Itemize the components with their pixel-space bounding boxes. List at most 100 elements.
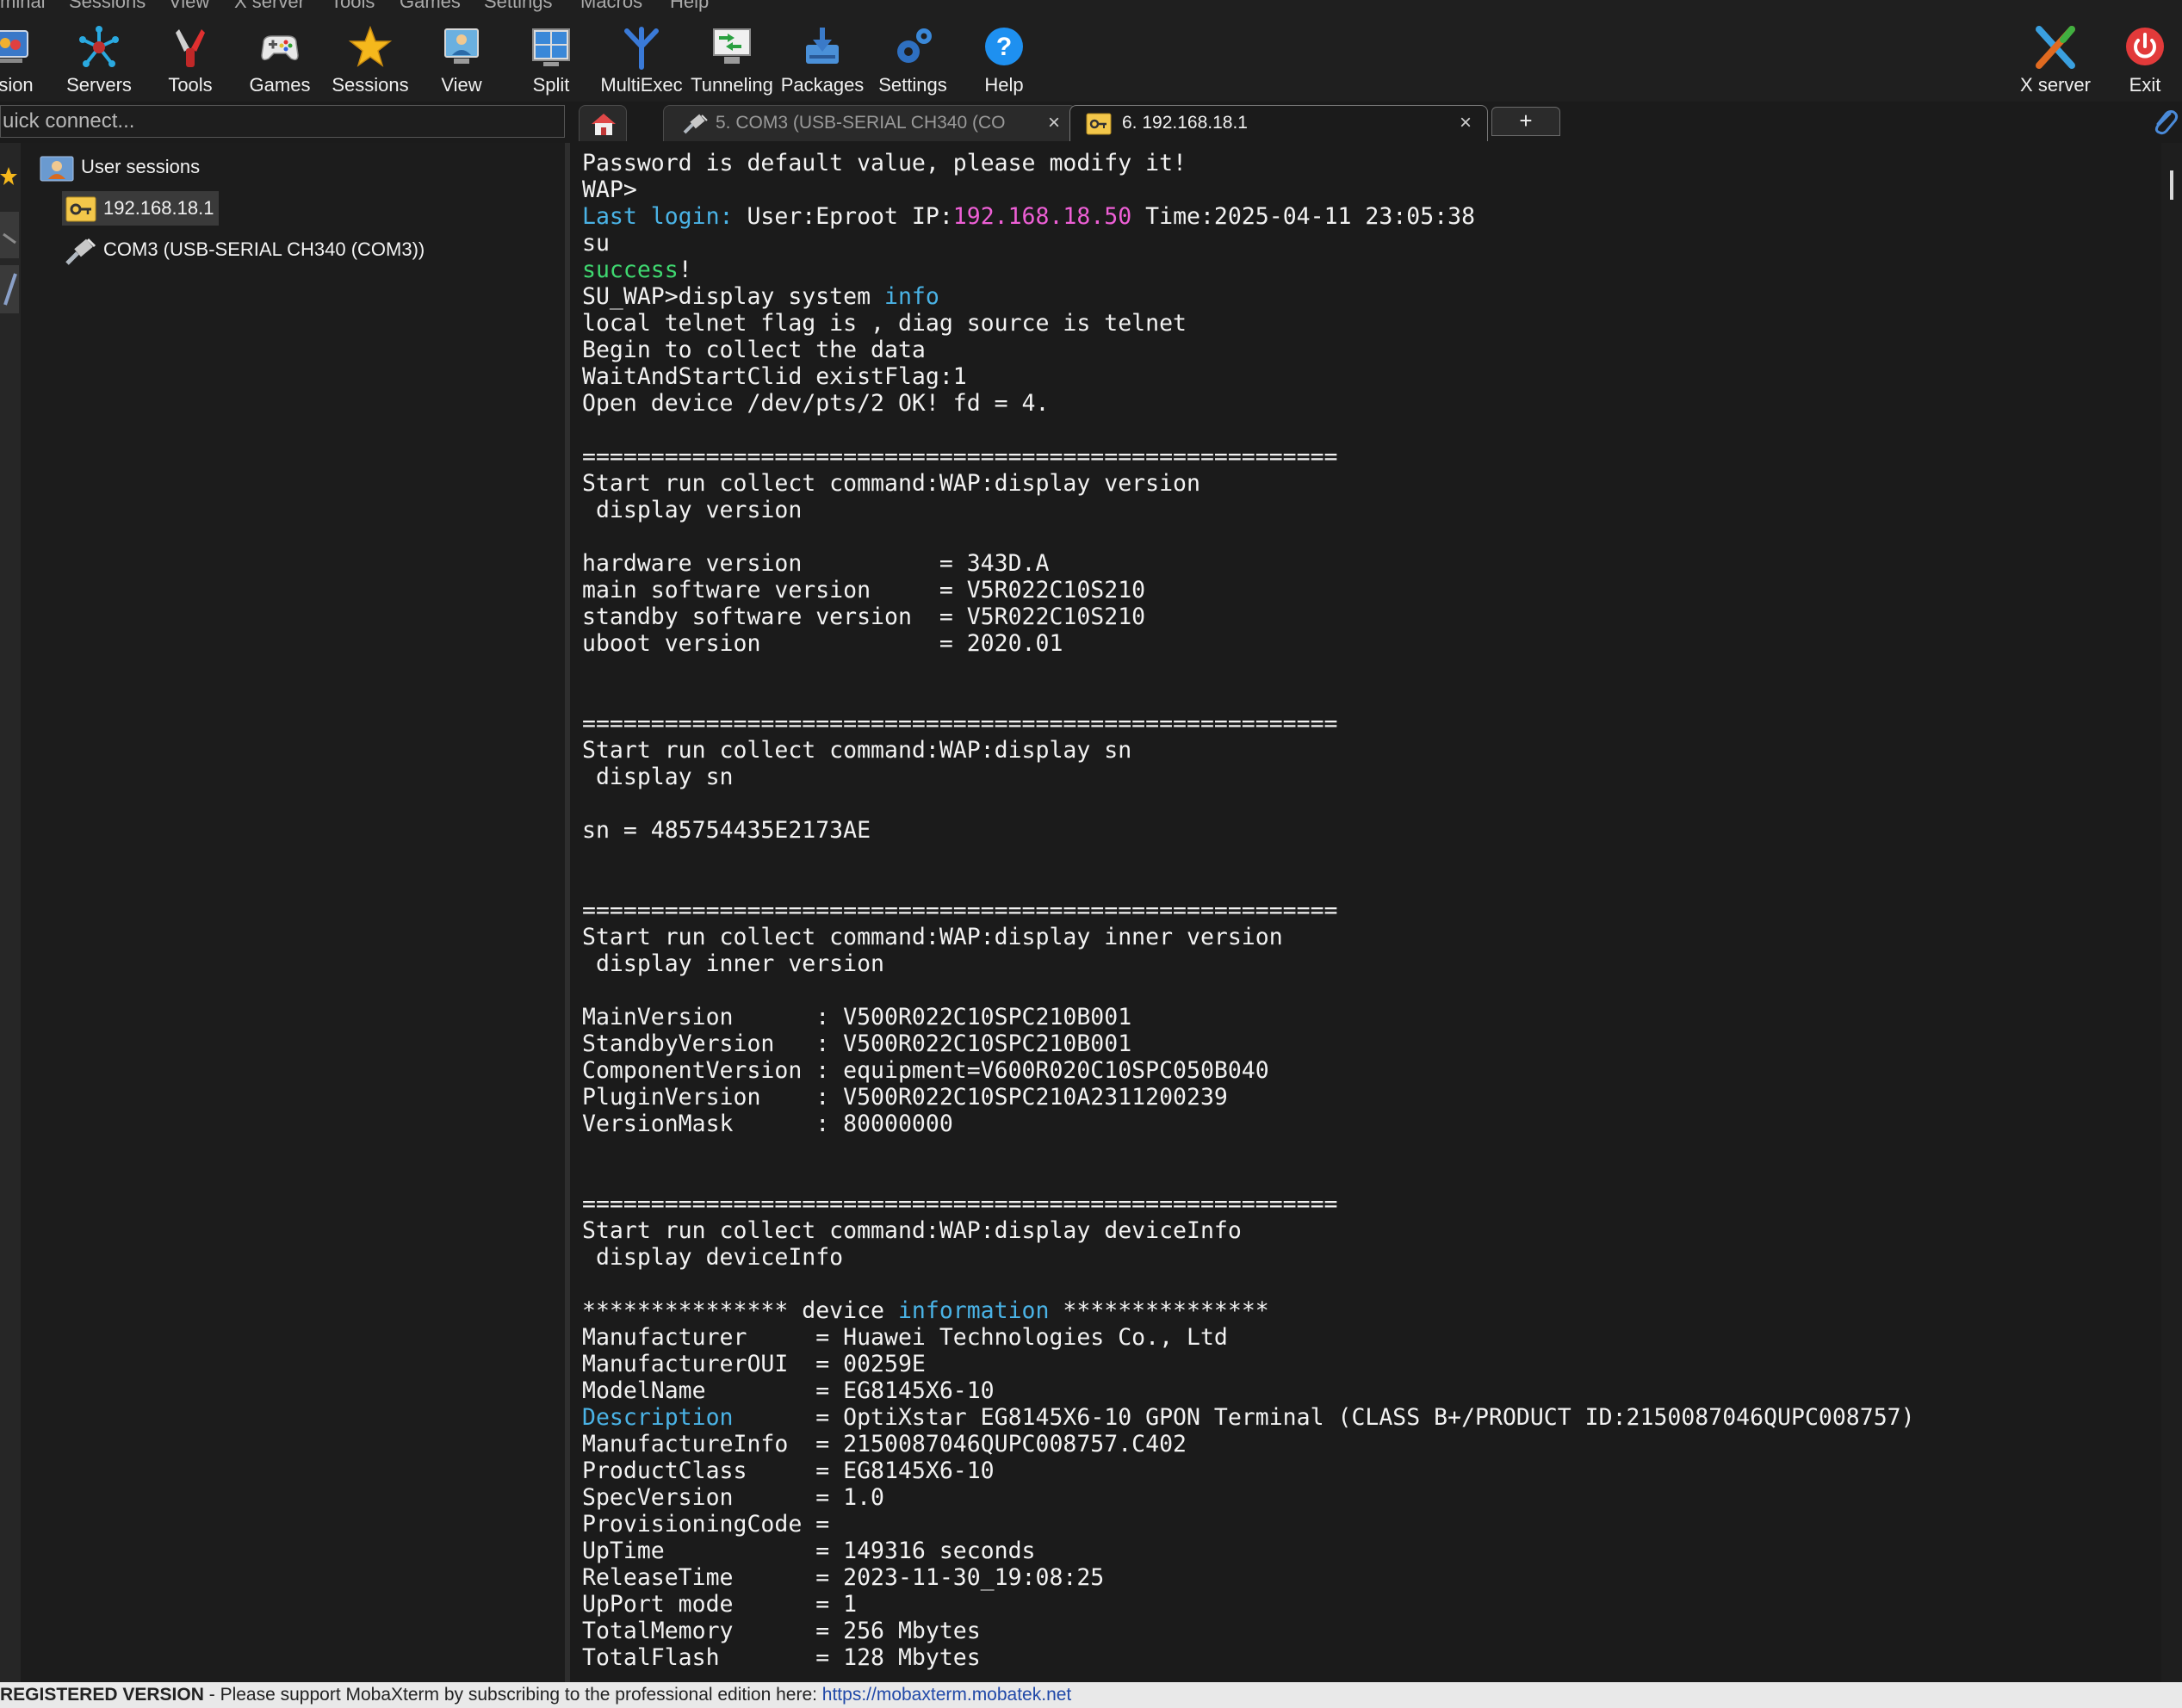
terminal-text: main software version = V5R022C10S210	[582, 577, 1146, 603]
terminal-text: Manufacturer = Huawei Technologies Co., …	[582, 1324, 1228, 1351]
status-separator: -	[203, 1685, 220, 1705]
terminal-label-text: Description	[582, 1404, 734, 1431]
terminal-text: uboot version = 2020.01	[582, 630, 1063, 657]
tab-192-168-18-1-close-icon[interactable]: ×	[1460, 106, 1472, 140]
key-icon	[65, 196, 96, 222]
tree-item-192-168-18-1-label: 192.168.18.1	[103, 197, 214, 219]
terminal-line: ManufactureInfo = 2150087046QUPC008757.C…	[582, 1431, 1915, 1457]
terminal-line: WAP>	[582, 176, 1915, 203]
menu-sessions[interactable]: Sessions	[69, 0, 146, 11]
menu-bar: minal Sessions View X server Tools Games…	[0, 0, 2182, 15]
view-icon	[444, 28, 479, 64]
tree-item-com3-label: COM3 (USB-SERIAL CH340 (COM3))	[103, 238, 425, 260]
terminal-text: UpTime = 149316 seconds	[582, 1538, 1036, 1564]
terminal-text: MainVersion : V500R022C10SPC210B001	[582, 1004, 1132, 1030]
menu-terminal[interactable]: minal	[0, 0, 46, 11]
terminal-line: ========================================…	[582, 897, 1915, 924]
tab-192-168-18-1-label: 6. 192.168.18.1	[1122, 113, 1248, 133]
tab-com3[interactable]: 5. COM3 (USB-SERIAL CH340 (CO ×	[663, 105, 1076, 141]
terminal-text: ManufactureInfo = 2150087046QUPC008757.C…	[582, 1431, 1187, 1457]
terminal-line: TotalFlash = 128 Mbytes	[582, 1644, 1915, 1671]
scrollbar-thumb[interactable]	[2170, 170, 2173, 200]
terminal-text: = OptiXstar EG8145X6-10 GPON Terminal (C…	[733, 1404, 1915, 1431]
terminal-line: ProductClass = EG8145X6-10	[582, 1457, 1915, 1484]
mobaxterm-link[interactable]: https://mobaxterm.mobatek.net	[822, 1685, 1071, 1705]
tab-192-168-18-1[interactable]: 6. 192.168.18.1 ×	[1069, 105, 1488, 141]
favorites-star-icon[interactable]	[0, 165, 17, 188]
terminal-text: ProductClass = EG8145X6-10	[582, 1457, 995, 1484]
terminal-text: WAP>	[582, 176, 637, 203]
tab-home[interactable]	[579, 105, 627, 141]
menu-settings[interactable]: Settings	[484, 0, 553, 11]
session-icon	[0, 30, 28, 63]
menu-tools[interactable]: Tools	[331, 0, 375, 11]
menu-help[interactable]: Help	[670, 0, 709, 11]
sidebar-side-tabs	[0, 143, 21, 1682]
serial-plug-icon	[65, 238, 96, 265]
session-tree: User sessions 192.168.18.1 COM3 (USB-SER…	[21, 143, 565, 1682]
new-tab-button[interactable]: +	[1491, 107, 1560, 136]
serial-plug-icon	[683, 114, 708, 134]
terminal-text: ReleaseTime = 2023-11-30_19:08:25	[582, 1564, 1105, 1591]
terminal-scrollbar[interactable]	[2161, 143, 2182, 1682]
terminal-text: ModelName = EG8145X6-10	[582, 1377, 995, 1404]
terminal-text: Start run collect command:WAP:display sn	[582, 737, 1132, 764]
terminal-text: User:Eproot IP:	[733, 203, 953, 230]
terminal-text: display sn	[582, 764, 734, 790]
terminal-line: ReleaseTime = 2023-11-30_19:08:25	[582, 1564, 1915, 1591]
tab-com3-close-icon[interactable]: ×	[1048, 106, 1060, 140]
terminal-line: display deviceInfo	[582, 1244, 1915, 1271]
paperclip-icon[interactable]	[2151, 108, 2179, 136]
terminal-line: Last login: User:Eproot IP:192.168.18.50…	[582, 203, 1915, 230]
terminal-line: Password is default value, please modify…	[582, 150, 1915, 176]
toolbar-help-button[interactable]: ? Help	[957, 21, 1051, 102]
terminal-line: hardware version = 343D.A	[582, 550, 1915, 577]
terminal-text: VersionMask : 80000000	[582, 1111, 953, 1137]
terminal-line: Manufacturer = Huawei Technologies Co., …	[582, 1324, 1915, 1351]
status-bar: REGISTERED VERSION - Please support Moba…	[0, 1682, 2182, 1708]
toolbar: ssion Servers Tools Games	[0, 15, 2182, 102]
terminal-text: ComponentVersion : equipment=V600R020C10…	[582, 1057, 1269, 1084]
terminal-line: ManufacturerOUI = 00259E	[582, 1351, 1915, 1377]
terminal-line: standby software version = V5R022C10S210	[582, 603, 1915, 630]
power-icon	[2126, 28, 2164, 65]
tree-item-192-168-18-1[interactable]: 192.168.18.1	[62, 191, 219, 226]
terminal-line: display version	[582, 497, 1915, 523]
toolbar-help-label: Help	[984, 74, 1024, 96]
macros-side-tab[interactable]	[0, 265, 19, 313]
terminal-text: su	[582, 230, 610, 257]
terminal-text: !	[678, 257, 692, 283]
terminal-line: ========================================…	[582, 443, 1915, 470]
terminal-line: success!	[582, 257, 1915, 283]
terminal-ip-text: 192.168.18.50	[952, 203, 1132, 230]
terminal-text: PluginVersion : V500R022C10SPC210A231120…	[582, 1084, 1228, 1111]
terminal-line: ModelName = EG8145X6-10	[582, 1377, 1915, 1404]
menu-x-server[interactable]: X server	[234, 0, 305, 11]
menu-view[interactable]: View	[169, 0, 209, 11]
macros-side-icon	[3, 273, 17, 306]
terminal-text: standby software version = V5R022C10S210	[582, 603, 1146, 630]
menu-games[interactable]: Games	[400, 0, 461, 11]
terminal-line: main software version = V5R022C10S210	[582, 577, 1915, 603]
help-icon: ?	[985, 28, 1023, 65]
menu-macros[interactable]: Macros	[580, 0, 642, 11]
terminal-text: SU_WAP>display system	[582, 283, 884, 310]
terminal-line: Start run collect command:WAP:display de…	[582, 1217, 1915, 1244]
toolbar-exit-button[interactable]: Exit	[2098, 21, 2182, 102]
terminal-line: StandbyVersion : V500R022C10SPC210B001	[582, 1030, 1915, 1057]
terminal-output[interactable]: Password is default value, please modify…	[570, 143, 2161, 1682]
games-icon	[261, 35, 299, 61]
terminal-text: Password is default value, please modify…	[582, 150, 1187, 176]
svg-text:?: ?	[996, 33, 1012, 61]
terminal-line: TotalMemory = 256 Mbytes	[582, 1618, 1915, 1644]
terminal-line: display sn	[582, 764, 1915, 790]
quick-connect-input[interactable]: uick connect...	[0, 105, 565, 138]
terminal-text: TotalFlash = 128 Mbytes	[582, 1644, 981, 1671]
home-icon	[592, 114, 616, 135]
tools-side-tab[interactable]	[0, 212, 19, 258]
